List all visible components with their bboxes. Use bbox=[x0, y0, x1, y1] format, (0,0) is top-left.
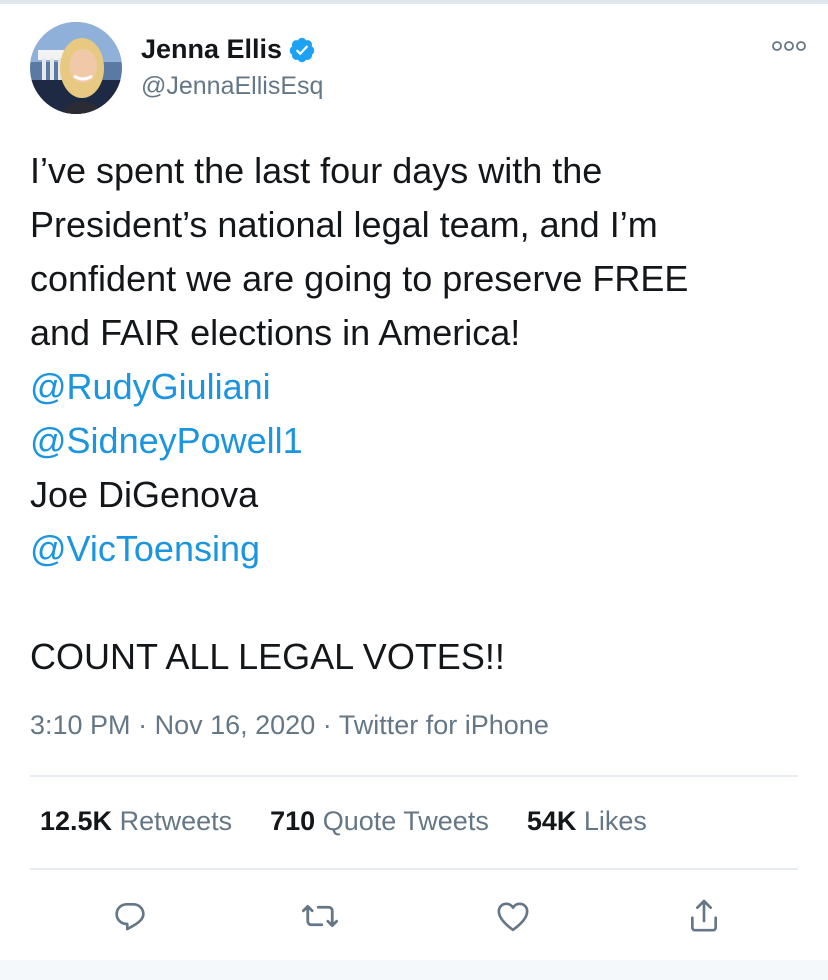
user-handle[interactable]: @JennaEllisEsq bbox=[141, 72, 323, 101]
quote-tweets-stat[interactable]: 710 Quote Tweets bbox=[270, 806, 489, 837]
likes-count: 54K bbox=[526, 806, 577, 836]
tweet-line: and FAIR elections in America! bbox=[30, 312, 521, 353]
tweet-line: COUNT ALL LEGAL VOTES!! bbox=[30, 636, 505, 677]
avatar[interactable] bbox=[30, 22, 122, 114]
retweets-count: 12.5K bbox=[40, 806, 113, 836]
action-bar bbox=[0, 890, 828, 942]
meta-separator: · bbox=[322, 710, 332, 740]
mention-link[interactable]: @VicToensing bbox=[30, 522, 800, 576]
tweet-line: I’ve spent the last four days with the bbox=[30, 150, 603, 191]
mention-link[interactable]: @SidneyPowell1 bbox=[30, 414, 800, 468]
divider bbox=[30, 868, 798, 870]
tweet-time[interactable]: 3:10 PM bbox=[30, 710, 131, 740]
more-icon[interactable] bbox=[772, 40, 806, 52]
retweet-button[interactable] bbox=[294, 890, 346, 942]
tweet-stats: 12.5K Retweets 710 Quote Tweets 54K Like… bbox=[40, 806, 685, 837]
tweet-line: President’s national legal team, and I’m bbox=[30, 204, 658, 245]
share-icon bbox=[691, 899, 717, 932]
tweet-date[interactable]: Nov 16, 2020 bbox=[155, 710, 316, 740]
tweet-line: Joe DiGenova bbox=[30, 474, 259, 515]
like-button[interactable] bbox=[487, 890, 539, 942]
tweet-source[interactable]: Twitter for iPhone bbox=[339, 710, 549, 740]
retweet-icon bbox=[301, 904, 339, 928]
quotes-label: Quote Tweets bbox=[322, 806, 489, 836]
retweets-stat[interactable]: 12.5K Retweets bbox=[40, 806, 232, 837]
tweet-meta: 3:10 PM · Nov 16, 2020 · Twitter for iPh… bbox=[30, 710, 549, 741]
tweet-text: I’ve spent the last four days with the P… bbox=[30, 144, 800, 684]
display-name[interactable]: Jenna Ellis bbox=[141, 34, 282, 65]
top-divider bbox=[0, 0, 828, 4]
likes-stat[interactable]: 54K Likes bbox=[527, 806, 647, 837]
retweets-label: Retweets bbox=[119, 806, 233, 836]
reply-button[interactable] bbox=[104, 890, 156, 942]
heart-icon bbox=[497, 902, 529, 932]
divider bbox=[30, 775, 798, 777]
meta-separator: · bbox=[138, 710, 148, 740]
bottom-divider bbox=[0, 960, 828, 980]
quotes-count: 710 bbox=[270, 806, 316, 836]
verified-badge-icon bbox=[289, 37, 315, 62]
mention-link[interactable]: @RudyGiuliani bbox=[30, 360, 800, 414]
tweet-line: confident we are going to preserve FREE bbox=[30, 258, 689, 299]
share-button[interactable] bbox=[678, 890, 730, 942]
avatar-image bbox=[30, 22, 122, 114]
likes-label: Likes bbox=[583, 806, 647, 836]
reply-icon bbox=[115, 903, 145, 931]
tweet-header: Jenna Ellis @JennaEllisEsq bbox=[30, 22, 810, 118]
